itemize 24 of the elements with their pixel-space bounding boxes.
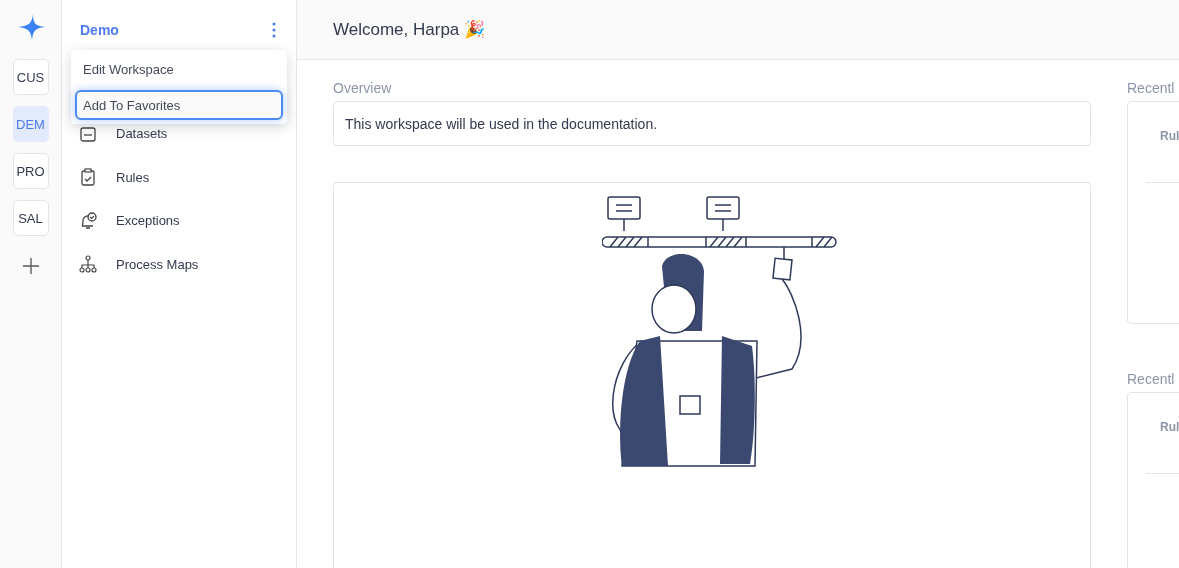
dataset-icon <box>79 124 97 143</box>
nav-item[interactable]: Rules <box>116 169 150 185</box>
welcome-heading: Welcome, Harpa 🎉 <box>333 19 485 40</box>
workspace-title: Demo <box>80 22 119 38</box>
column-header: Rul <box>1160 420 1179 434</box>
bell-check-icon <box>79 211 97 230</box>
column-header: Rul <box>1160 129 1179 143</box>
workspace-button[interactable]: CUS <box>12 59 49 95</box>
workspace-button[interactable]: PRO <box>12 153 49 189</box>
section-heading: Overview <box>333 80 393 98</box>
workspace-button[interactable]: SAL <box>12 200 49 236</box>
menu-item[interactable]: Add To Favorites <box>75 90 283 120</box>
nav-item[interactable]: Process Maps <box>116 256 199 272</box>
clipboard-check-icon <box>79 168 97 187</box>
menu-item[interactable]: Edit Workspace <box>75 54 283 84</box>
kebab-icon <box>272 22 276 38</box>
more-options-button[interactable] <box>272 22 276 38</box>
nav-item[interactable]: Exceptions <box>116 213 180 229</box>
hierarchy-icon <box>79 255 97 274</box>
nav-item[interactable]: Datasets <box>116 126 168 142</box>
overview-text: This workspace will be used in the documentation. <box>333 101 1091 146</box>
section-heading: Recentl <box>1127 371 1176 389</box>
section-heading: Recentl <box>1127 80 1176 98</box>
plus-icon <box>21 257 40 275</box>
